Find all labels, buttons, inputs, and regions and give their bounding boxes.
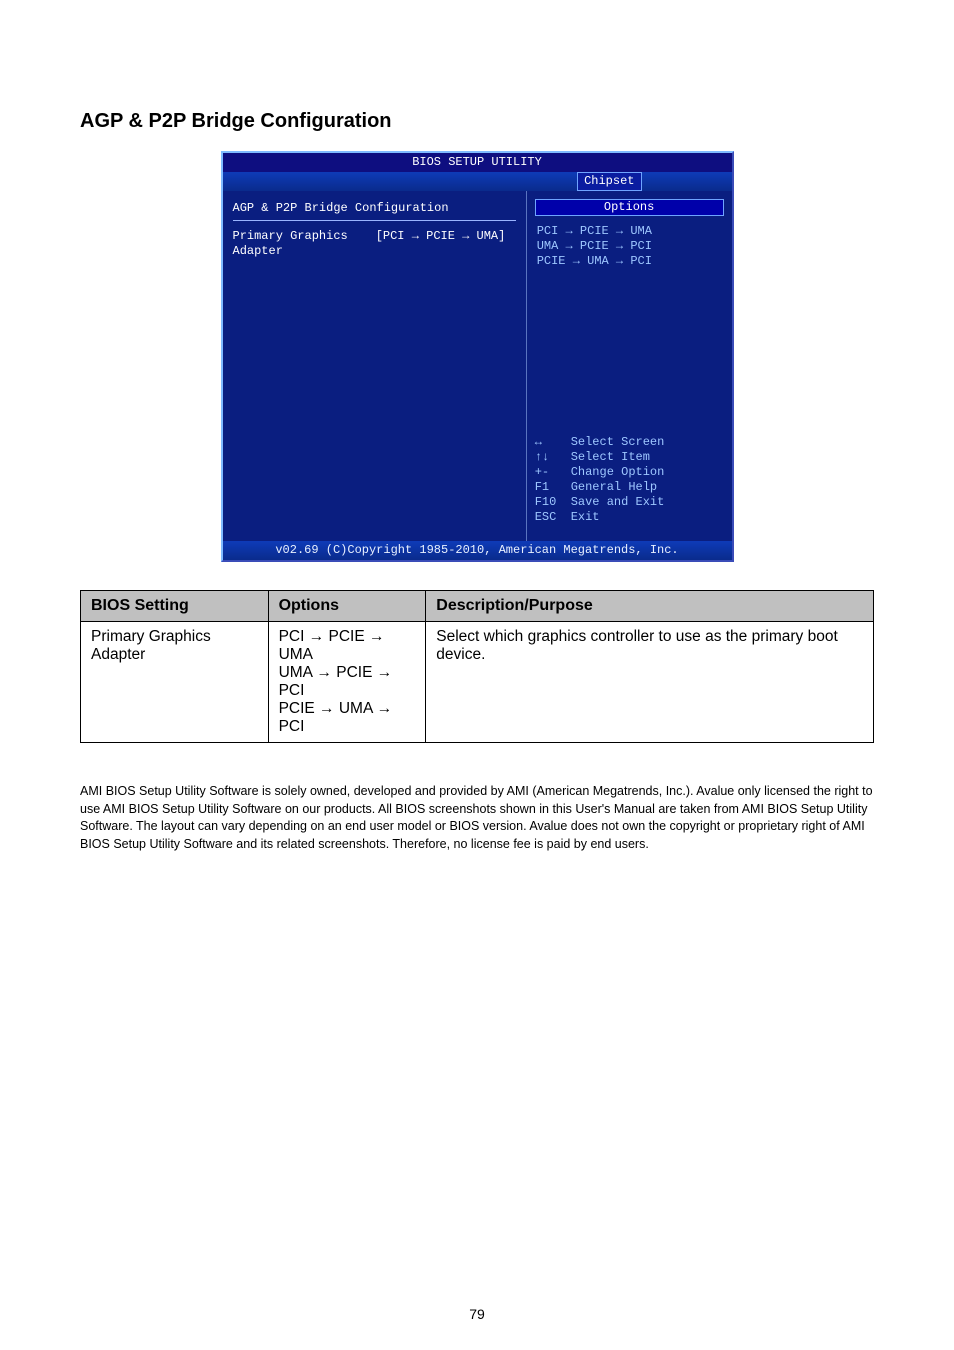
setting-value[interactable]: [PCI → PCIE → UMA] xyxy=(376,229,516,259)
section-title: AGP & P2P Bridge Configuration xyxy=(80,110,874,133)
setting-row[interactable]: Primary Graphics Adapter [PCI → PCIE → U… xyxy=(233,229,516,259)
help-label: Exit xyxy=(571,510,600,525)
help-label: Change Option xyxy=(571,465,665,480)
divider xyxy=(233,220,516,221)
key-plusminus-icon: +- xyxy=(535,465,561,480)
cell-options: PCI → PCIE → UMA UMA → PCIE → PCI PCIE →… xyxy=(268,622,426,743)
table-header-row: BIOS Setting Options Description/Purpose xyxy=(81,591,874,622)
bios-title: BIOS SETUP UTILITY xyxy=(221,151,734,172)
key-arrows-ud-icon: ↑↓ xyxy=(535,450,561,465)
help-row: ESC Exit xyxy=(535,510,724,525)
key-f1: F1 xyxy=(535,480,561,495)
col-setting: BIOS Setting xyxy=(81,591,269,622)
help-row: ↔ Select Screen xyxy=(535,435,724,450)
bios-right-pane: Options PCI → PCIE → UMA UMA → PCIE → PC… xyxy=(527,191,732,541)
option-item[interactable]: PCI → PCIE → UMA xyxy=(537,224,722,239)
col-desc: Description/Purpose xyxy=(426,591,874,622)
setting-label: Primary Graphics Adapter xyxy=(233,229,376,259)
help-label: Select Item xyxy=(571,450,650,465)
bios-tab-bar: Chipset xyxy=(221,172,734,191)
help-row: ↑↓ Select Item xyxy=(535,450,724,465)
tab-chipset[interactable]: Chipset xyxy=(577,172,641,191)
table-row: Primary Graphics Adapter PCI → PCIE → UM… xyxy=(81,622,874,743)
page-number: 79 xyxy=(0,1306,954,1322)
left-heading: AGP & P2P Bridge Configuration xyxy=(233,201,516,216)
bios-footer: v02.69 (C)Copyright 1985-2010, American … xyxy=(221,541,734,562)
key-arrows-lr-icon: ↔ xyxy=(535,435,561,450)
col-options: Options xyxy=(268,591,426,622)
option-item[interactable]: PCIE → UMA → PCI xyxy=(537,254,722,269)
options-header: Options xyxy=(535,199,724,216)
help-label: General Help xyxy=(571,480,657,495)
help-row: +- Change Option xyxy=(535,465,724,480)
cell-desc: Select which graphics controller to use … xyxy=(426,622,874,743)
key-f10: F10 xyxy=(535,495,561,510)
footnote: AMI BIOS Setup Utility Software is solel… xyxy=(80,783,874,853)
bios-screenshot: BIOS SETUP UTILITY Chipset AGP & P2P Bri… xyxy=(221,151,734,562)
help-label: Select Screen xyxy=(571,435,665,450)
option-item[interactable]: UMA → PCIE → PCI xyxy=(537,239,722,254)
help-label: Save and Exit xyxy=(571,495,665,510)
cell-setting: Primary Graphics Adapter xyxy=(81,622,269,743)
settings-table: BIOS Setting Options Description/Purpose… xyxy=(80,590,874,743)
help-block: ↔ Select Screen ↑↓ Select Item +- Change Op… xyxy=(535,435,724,533)
help-row: F10 Save and Exit xyxy=(535,495,724,510)
bios-left-pane: AGP & P2P Bridge Configuration Primary G… xyxy=(223,191,527,541)
key-esc: ESC xyxy=(535,510,561,525)
help-row: F1 General Help xyxy=(535,480,724,495)
